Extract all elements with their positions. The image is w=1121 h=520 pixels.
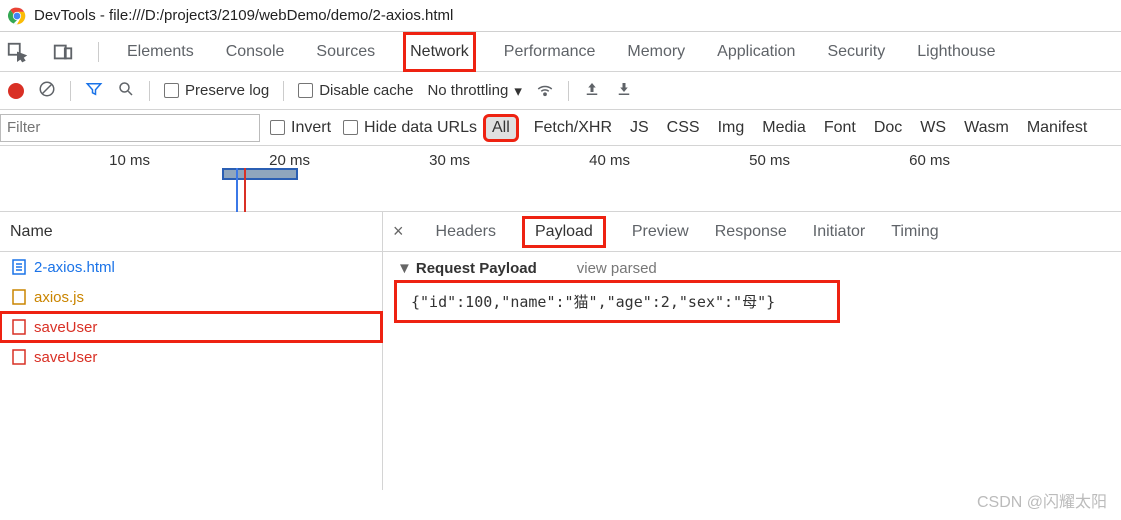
download-har-icon[interactable] [615, 80, 633, 102]
tab-sources[interactable]: Sources [312, 35, 379, 69]
request-name: 2-axios.html [34, 259, 115, 276]
disable-cache-label: Disable cache [319, 82, 413, 99]
window-title: DevTools - file:///D:/project3/2109/webD… [34, 7, 453, 24]
request-row-js[interactable]: axios.js [0, 282, 382, 312]
preserve-log-checkbox[interactable]: Preserve log [164, 82, 269, 99]
filter-type-manifest[interactable]: Manifest [1027, 119, 1087, 137]
request-list-panel: Name 2-axios.html axios.js saveUser save… [0, 212, 383, 490]
filter-type-media[interactable]: Media [762, 119, 806, 137]
tab-memory[interactable]: Memory [623, 35, 689, 69]
divider [149, 81, 150, 101]
payload-section-header[interactable]: ▼Request Payload view parsed [397, 260, 1107, 277]
xhr-icon [12, 319, 26, 335]
tab-network[interactable]: Network [403, 32, 476, 72]
network-toolbar: Preserve log Disable cache No throttling… [0, 72, 1121, 110]
payload-body: ▼Request Payload view parsed {"id":100,"… [383, 252, 1121, 328]
tab-console[interactable]: Console [222, 35, 289, 69]
window-titlebar: DevTools - file:///D:/project3/2109/webD… [0, 0, 1121, 32]
request-payload-label: Request Payload [416, 260, 537, 277]
close-detail-button[interactable]: × [393, 221, 404, 242]
chevron-down-icon: ▾ [514, 82, 522, 100]
tab-security[interactable]: Security [823, 35, 889, 69]
throttling-select[interactable]: No throttling ▾ [427, 82, 521, 100]
filter-type-img[interactable]: Img [718, 119, 745, 137]
view-parsed-link[interactable]: view parsed [577, 260, 657, 277]
network-conditions-icon[interactable] [536, 80, 554, 102]
tab-performance[interactable]: Performance [500, 35, 600, 69]
tab-application[interactable]: Application [713, 35, 799, 69]
network-timeline[interactable]: 10 ms 20 ms 30 ms 40 ms 50 ms 60 ms [0, 146, 1121, 212]
filter-input[interactable] [0, 114, 260, 142]
request-row-html[interactable]: 2-axios.html [0, 252, 382, 282]
request-list-header[interactable]: Name [0, 212, 382, 252]
request-name: saveUser [34, 319, 97, 336]
timeline-tick: 60 ms [909, 152, 950, 169]
search-icon[interactable] [117, 80, 135, 102]
request-row-xhr[interactable]: saveUser [0, 342, 382, 372]
collapse-triangle-icon: ▼ [397, 260, 412, 277]
hide-data-urls-label: Hide data URLs [364, 119, 477, 137]
request-payload-content: {"id":100,"name":"猫","age":2,"sex":"母"} [397, 283, 837, 320]
document-icon [12, 259, 26, 275]
inspect-element-icon[interactable] [6, 41, 28, 63]
watermark: CSDN @闪耀太阳 [977, 488, 1107, 512]
detail-tab-preview[interactable]: Preview [632, 223, 689, 241]
hide-data-urls-checkbox[interactable]: Hide data URLs [343, 119, 477, 137]
detail-tabs: × Headers Payload Preview Response Initi… [383, 212, 1121, 252]
filter-type-font[interactable]: Font [824, 119, 856, 137]
filter-icon[interactable] [85, 80, 103, 102]
detail-tab-initiator[interactable]: Initiator [813, 223, 865, 241]
divider [568, 81, 569, 101]
preserve-log-label: Preserve log [185, 82, 269, 99]
filter-type-all[interactable]: All [486, 117, 516, 139]
chrome-logo-icon [8, 7, 26, 25]
disable-cache-checkbox[interactable]: Disable cache [298, 82, 413, 99]
filter-type-doc[interactable]: Doc [874, 119, 902, 137]
timeline-marker-blue [236, 168, 238, 212]
request-name: axios.js [34, 289, 84, 306]
request-row-xhr-selected[interactable]: saveUser [0, 312, 382, 342]
network-filter-row: Invert Hide data URLs All Fetch/XHR JS C… [0, 110, 1121, 146]
detail-tab-timing[interactable]: Timing [891, 223, 938, 241]
timeline-bar [222, 168, 298, 180]
timeline-tick: 50 ms [749, 152, 790, 169]
divider [70, 81, 71, 101]
divider [283, 81, 284, 101]
invert-label: Invert [291, 119, 331, 137]
filter-type-js[interactable]: JS [630, 119, 649, 137]
detail-tab-response[interactable]: Response [715, 223, 787, 241]
filter-type-fetchxhr[interactable]: Fetch/XHR [534, 119, 612, 137]
request-name: saveUser [34, 349, 97, 366]
detail-tab-headers[interactable]: Headers [436, 223, 496, 241]
devtools-main-tabs: Elements Console Sources Network Perform… [0, 32, 1121, 72]
divider [98, 42, 99, 62]
xhr-icon [12, 349, 26, 365]
record-button[interactable] [8, 83, 24, 99]
detail-tab-payload[interactable]: Payload [522, 216, 606, 248]
timeline-tick: 20 ms [269, 152, 310, 169]
filter-type-css[interactable]: CSS [667, 119, 700, 137]
timeline-marker-red [244, 168, 246, 212]
clear-icon[interactable] [38, 80, 56, 102]
network-lower-panel: Name 2-axios.html axios.js saveUser save… [0, 212, 1121, 490]
throttling-label: No throttling [427, 82, 508, 99]
invert-checkbox[interactable]: Invert [270, 119, 331, 137]
tab-elements[interactable]: Elements [123, 35, 198, 69]
timeline-tick: 10 ms [109, 152, 150, 169]
request-list: 2-axios.html axios.js saveUser saveUser [0, 252, 382, 372]
device-toggle-icon[interactable] [52, 41, 74, 63]
upload-har-icon[interactable] [583, 80, 601, 102]
timeline-tick: 30 ms [429, 152, 470, 169]
request-detail-panel: × Headers Payload Preview Response Initi… [383, 212, 1121, 490]
filter-type-wasm[interactable]: Wasm [964, 119, 1009, 137]
timeline-tick: 40 ms [589, 152, 630, 169]
tab-lighthouse[interactable]: Lighthouse [913, 35, 999, 69]
filter-type-ws[interactable]: WS [920, 119, 946, 137]
script-icon [12, 289, 26, 305]
